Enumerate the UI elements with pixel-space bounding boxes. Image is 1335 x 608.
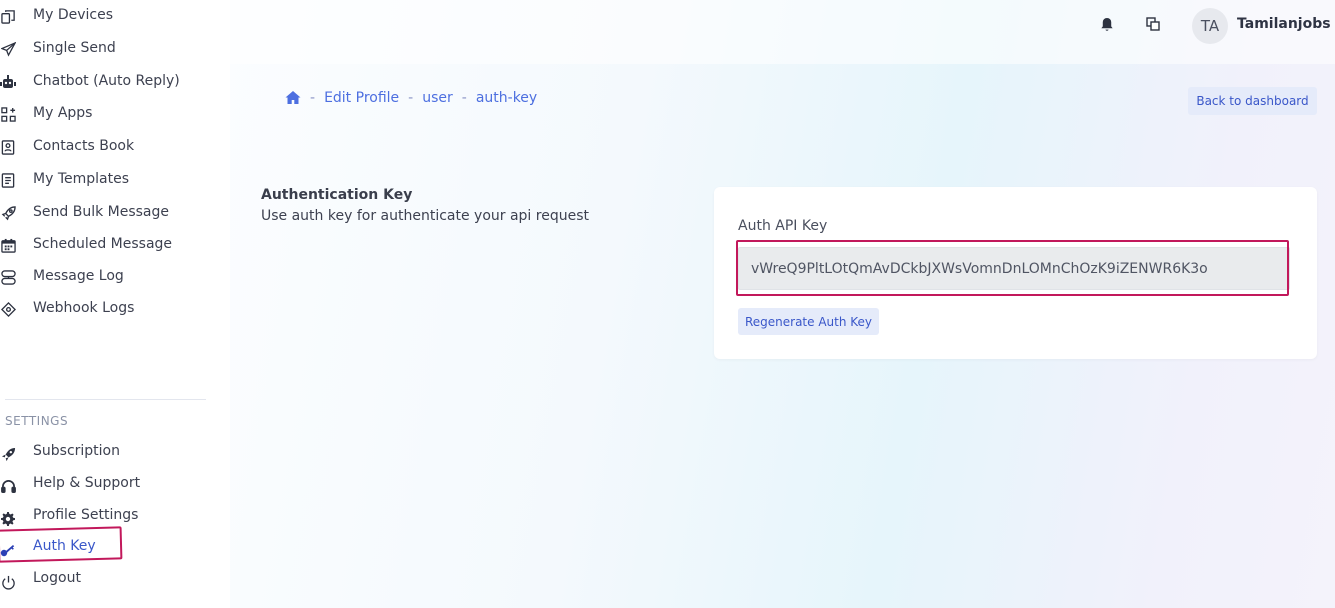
gear-icon [0,511,16,527]
sidebar-item-label: My Templates [33,171,129,187]
sidebar-item-label: Webhook Logs [33,300,135,316]
auth-key-field-highlight [736,240,1289,296]
sidebar-item-my-apps[interactable]: My Apps [0,102,210,126]
avatar[interactable]: TA [1192,8,1228,44]
section-description: Use auth key for authenticate your api r… [261,208,589,224]
sidebar-item-scheduled-message[interactable]: Scheduled Message [0,233,210,257]
headset-icon [0,478,16,494]
sidebar: My Devices Single Send Chatbot (Auto Rep… [0,0,215,608]
section-title: Authentication Key [261,187,413,203]
back-to-dashboard-button[interactable]: Back to dashboard [1188,87,1317,115]
sidebar-item-single-send[interactable]: Single Send [0,37,210,61]
sidebar-item-help-support[interactable]: Help & Support [0,472,210,496]
template-icon [0,172,16,188]
bell-icon[interactable] [1097,14,1117,34]
robot-icon [0,74,16,90]
sidebar-item-webhook-logs[interactable]: Webhook Logs [0,297,210,321]
breadcrumb: - Edit Profile - user - auth-key [285,90,537,106]
devices-icon [0,8,16,24]
sidebar-item-label: Send Bulk Message [33,204,169,220]
send-icon [0,41,16,57]
power-icon [0,574,16,590]
sidebar-item-my-devices[interactable]: My Devices [0,4,210,28]
breadcrumb-edit-profile[interactable]: Edit Profile [324,90,399,106]
message-log-icon [0,269,16,285]
contacts-book-icon [0,139,16,155]
sidebar-item-label: Logout [33,570,81,586]
sidebar-item-my-templates[interactable]: My Templates [0,168,210,192]
sidebar-item-label: Message Log [33,268,124,284]
app-root: My Devices Single Send Chatbot (Auto Rep… [0,0,1335,608]
sidebar-item-contacts-book[interactable]: Contacts Book [0,135,210,159]
sidebar-item-profile-settings[interactable]: Profile Settings [0,504,210,528]
username[interactable]: Tamilanjobs [1237,16,1331,32]
sidebar-item-message-log[interactable]: Message Log [0,265,210,289]
webhook-icon [0,301,16,317]
sidebar-item-label: Help & Support [33,475,141,491]
main-content: TA Tamilanjobs - Edit Profile - user - a… [230,0,1335,608]
sidebar-item-label: Single Send [33,40,116,56]
breadcrumb-separator: - [310,90,316,106]
sidebar-item-send-bulk-message[interactable]: Send Bulk Message [0,201,210,225]
sidebar-item-label: My Devices [33,7,113,23]
sidebar-item-label: Profile Settings [33,507,139,523]
top-bar: TA Tamilanjobs [230,0,1335,64]
auth-key-card: Auth API Key Regenerate Auth Key [714,187,1317,359]
sidebar-item-label: Scheduled Message [33,236,173,252]
sidebar-item-subscription[interactable]: Subscription [0,440,210,464]
breadcrumb-auth-key[interactable]: auth-key [476,90,537,106]
rocket-icon [0,446,16,462]
auth-key-highlight [0,526,123,563]
rocket-icon [0,205,16,221]
sidebar-item-label: Contacts Book [33,138,135,154]
breadcrumb-separator: - [461,90,467,106]
sidebar-item-chatbot[interactable]: Chatbot (Auto Reply) [0,70,210,94]
sidebar-item-label: Subscription [33,443,120,459]
windows-icon[interactable] [1143,14,1163,34]
sidebar-divider [5,399,206,400]
apps-icon [0,106,16,122]
home-icon[interactable] [285,90,301,106]
sidebar-item-logout[interactable]: Logout [0,567,210,591]
sidebar-item-label: My Apps [33,105,93,121]
breadcrumb-separator: - [408,90,414,106]
regenerate-auth-key-button[interactable]: Regenerate Auth Key [738,308,879,335]
settings-section-title: SETTINGS [5,414,69,428]
auth-api-key-label: Auth API Key [738,218,828,234]
breadcrumb-user[interactable]: user [422,90,453,106]
sidebar-item-label: Chatbot (Auto Reply) [33,73,180,89]
calendar-icon [0,237,16,253]
